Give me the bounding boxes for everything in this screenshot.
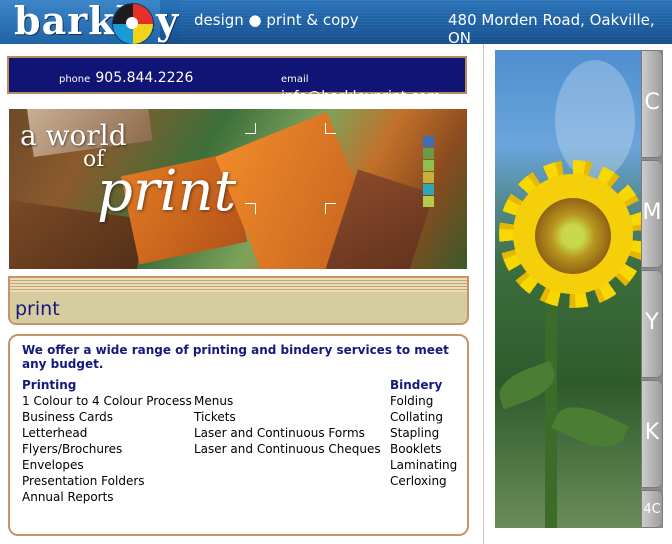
phone-info: phone 905.844.2226 xyxy=(59,67,193,86)
address: 480 Morden Road, Oakville, ON xyxy=(448,11,655,44)
column-divider xyxy=(483,44,484,544)
list-item: Laser and Continuous Cheques xyxy=(194,442,381,456)
cmyk-tabs: C M Y K 4C xyxy=(641,50,663,528)
header-lines xyxy=(10,278,467,292)
tab-yellow[interactable]: Y xyxy=(641,270,663,378)
color-swatch xyxy=(423,136,434,147)
tab-label: C xyxy=(644,90,660,115)
hero-text-line3: print xyxy=(97,159,237,224)
list-item: Tickets xyxy=(194,410,236,424)
color-swatch xyxy=(423,148,434,159)
list-item: Menus xyxy=(194,394,234,408)
phone-label: phone xyxy=(59,74,91,85)
list-item: Laminating xyxy=(390,458,458,472)
list-item: Flyers/Brochures xyxy=(22,442,123,456)
sunflower-disk xyxy=(535,198,611,274)
logo-text: barkley xyxy=(14,0,180,43)
crop-mark-icon xyxy=(325,123,336,134)
tagline: design ● print & copy xyxy=(194,11,359,29)
sunflower-leaf xyxy=(551,396,629,458)
other-services-column: Menus Tickets Laser and Continuous Forms… xyxy=(194,393,381,457)
email-link[interactable]: info@barkleyprint.com xyxy=(281,89,441,105)
services-intro: We offer a wide range of printing and bi… xyxy=(22,343,449,371)
list-item: Business Cards xyxy=(22,410,114,424)
list-item: Laser and Continuous Forms xyxy=(194,426,365,440)
list-item: Letterhead xyxy=(22,426,88,440)
hero-text-line1: a world xyxy=(20,119,127,152)
list-item: Cerloxing xyxy=(390,474,447,488)
header-banner: barkley design ● print & copy 480 Morden… xyxy=(0,0,672,44)
tab-label: 4C xyxy=(643,502,661,517)
list-item: Collating xyxy=(390,410,444,424)
section-title: print xyxy=(15,298,60,320)
color-swatch xyxy=(423,160,434,171)
sunflower-stem xyxy=(545,300,557,528)
printing-heading: Printing xyxy=(22,378,77,392)
list-item: Booklets xyxy=(390,442,442,456)
crop-mark-icon xyxy=(245,203,256,214)
list-item: 1 Colour to 4 Colour Process xyxy=(22,394,192,408)
bindery-heading: Bindery xyxy=(390,378,443,392)
list-item: Presentation Folders xyxy=(22,474,145,488)
services-panel: We offer a wide range of printing and bi… xyxy=(8,334,469,536)
crop-mark-icon xyxy=(325,203,336,214)
crop-mark-icon xyxy=(245,123,256,134)
tab-label: M xyxy=(642,200,662,225)
list-item: Stapling xyxy=(390,426,440,440)
tab-four-color[interactable]: 4C xyxy=(641,490,663,528)
tab-magenta[interactable]: M xyxy=(641,160,663,268)
tab-label: Y xyxy=(645,310,659,335)
color-swatches xyxy=(423,136,434,208)
printing-column: Printing 1 Colour to 4 Colour Process Bu… xyxy=(22,377,192,505)
color-swatch xyxy=(423,172,434,183)
email-label: email xyxy=(281,74,309,85)
tab-cyan[interactable]: C xyxy=(641,50,663,158)
list-item: Envelopes xyxy=(22,458,84,472)
list-item: Annual Reports xyxy=(22,490,114,504)
contact-bar: phone 905.844.2226 email info@barkleypri… xyxy=(7,56,467,105)
hero-image: a world of print xyxy=(9,109,467,269)
bindery-column: Bindery Folding Collating Stapling Bookl… xyxy=(390,377,457,489)
tab-label: K xyxy=(644,420,660,445)
tab-black[interactable]: K xyxy=(641,380,663,488)
logo[interactable]: barkley xyxy=(0,0,178,44)
color-swatch xyxy=(423,184,434,195)
cmyk-wheel-center xyxy=(126,17,138,29)
color-swatch xyxy=(423,196,434,207)
phone-number: 905.844.2226 xyxy=(95,70,194,86)
sunflower-photo xyxy=(495,50,643,528)
email-info: email info@barkleyprint.com xyxy=(281,67,465,105)
list-item: Folding xyxy=(390,394,434,408)
section-header: print xyxy=(8,276,469,325)
